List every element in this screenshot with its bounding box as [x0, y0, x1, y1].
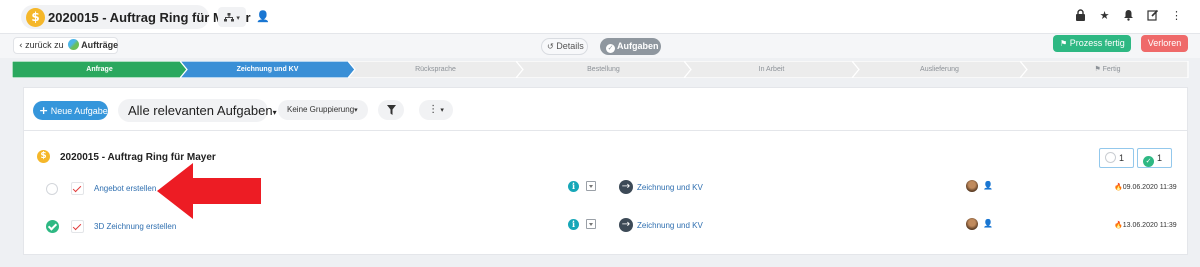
- task-phase[interactable]: Zeichnung und KV: [637, 221, 703, 230]
- lock-icon[interactable]: [1074, 9, 1087, 22]
- due-date: 🔥13.06.2020 11:39: [1114, 221, 1177, 229]
- process-step-3[interactable]: Rücksprache: [348, 61, 523, 78]
- due-date-value: 09.06.2020 11:39: [1122, 184, 1177, 191]
- grouping-dropdown[interactable]: Keine Gruppierung▾: [278, 100, 368, 120]
- process-step-label: Rücksprache: [415, 66, 456, 73]
- info-icon[interactable]: i: [568, 181, 579, 192]
- process-steps: Anfrage Zeichnung und KV Rücksprache Bestel…: [12, 61, 1189, 78]
- process-step-label: Bestellung: [587, 66, 620, 73]
- back-target: Aufträge: [81, 40, 119, 50]
- task-complete-toggle[interactable]: [46, 220, 59, 233]
- plus-icon: +: [39, 104, 49, 117]
- funnel-icon: [386, 104, 396, 115]
- annotation-arrow-icon: [157, 163, 261, 219]
- back-prefix: zurück zu: [25, 40, 64, 50]
- task-complete-toggle[interactable]: [46, 183, 58, 195]
- task-filter-dropdown[interactable]: Alle relevanten Aufgaben▾: [118, 99, 277, 122]
- open-count: 1: [1119, 153, 1125, 163]
- flame-icon: 🔥: [1114, 221, 1123, 229]
- expand-box-icon[interactable]: [586, 181, 596, 191]
- header-actions: ★ ⋮: [1074, 9, 1183, 22]
- star-icon[interactable]: ★: [1098, 9, 1111, 22]
- sitemap-icon: [224, 12, 235, 21]
- arrow-right-circle-icon: →: [619, 218, 633, 232]
- filter-button[interactable]: [378, 100, 404, 120]
- process-step-1[interactable]: Anfrage: [12, 61, 187, 78]
- done-count: 1: [1157, 153, 1163, 163]
- new-task-label: Neue Aufgabe: [50, 106, 108, 116]
- tab-tasks-label: Aufgaben: [617, 41, 659, 51]
- bell-icon[interactable]: [1122, 9, 1135, 22]
- hierarchy-dropdown[interactable]: ▾: [218, 7, 246, 27]
- chevron-down-icon: ▾: [234, 14, 240, 22]
- orders-app-icon: [68, 39, 80, 50]
- process-done-button[interactable]: ⚑ Prozess fertig: [1053, 35, 1131, 52]
- avatar[interactable]: [966, 218, 978, 230]
- dollar-icon: $: [37, 150, 50, 163]
- caret-down-icon: ▾: [354, 107, 358, 114]
- check-circle-icon: ✓: [606, 44, 615, 53]
- process-step-4[interactable]: Bestellung: [516, 61, 691, 78]
- tab-details-label: Details: [556, 41, 584, 51]
- process-done-label: Prozess fertig: [1069, 38, 1125, 48]
- task-phase[interactable]: Zeichnung und KV: [637, 183, 703, 192]
- expand-box-icon[interactable]: [586, 219, 596, 229]
- process-step-label: Anfrage: [86, 66, 113, 73]
- flag-icon: ⚑: [1060, 39, 1068, 48]
- caret-down-icon: ▾: [272, 108, 277, 117]
- avatar[interactable]: [966, 180, 978, 192]
- edit-icon[interactable]: [1146, 9, 1159, 22]
- arrow-right-circle-icon: →: [619, 180, 633, 194]
- check-circle-icon: ✓: [1143, 156, 1154, 167]
- tab-tasks[interactable]: ✓ Aufgaben: [600, 38, 661, 55]
- circle-icon: [1105, 152, 1116, 163]
- process-step-5[interactable]: In Arbeit: [684, 61, 859, 78]
- more-options-button[interactable]: ⋮ ▾: [419, 100, 453, 120]
- dollar-icon: $: [26, 8, 45, 27]
- back-to-orders-button[interactable]: ‹ zurück zu Aufträge: [13, 37, 118, 54]
- new-task-button[interactable]: + Neue Aufgabe: [33, 101, 108, 120]
- flame-icon: 🔥: [1114, 183, 1123, 191]
- tab-details[interactable]: ↺ Details: [541, 38, 588, 55]
- due-date-value: 13.06.2020 11:39: [1122, 222, 1177, 229]
- lost-button[interactable]: Verloren: [1141, 35, 1188, 52]
- caret-down-icon: ▾: [438, 106, 444, 114]
- process-step-label: ⚑ Fertig: [1094, 66, 1121, 73]
- done-tasks-counter[interactable]: ✓ 1: [1137, 148, 1172, 168]
- user-add-icon[interactable]: 👤: [983, 181, 993, 190]
- open-tasks-counter[interactable]: 1: [1099, 148, 1134, 168]
- grouping-label: Keine Gruppierung: [287, 105, 355, 114]
- task-name[interactable]: 3D Zeichnung erstellen: [94, 222, 176, 231]
- process-step-label: Zeichnung und KV: [236, 66, 299, 73]
- process-step-2[interactable]: Zeichnung und KV: [180, 61, 355, 78]
- process-step-7[interactable]: ⚑ Fertig: [1020, 61, 1195, 78]
- user-add-icon[interactable]: 👤: [256, 10, 270, 23]
- checklist-icon: [71, 220, 84, 233]
- toolbar-divider: [23, 130, 1188, 131]
- process-step-label: Auslieferung: [920, 66, 959, 73]
- process-step-label: In Arbeit: [758, 66, 785, 73]
- checklist-icon: [71, 182, 84, 195]
- history-icon: ↺: [547, 42, 554, 51]
- more-vertical-icon[interactable]: ⋮: [1170, 9, 1183, 22]
- user-add-icon[interactable]: 👤: [983, 219, 993, 228]
- process-step-6[interactable]: Auslieferung: [852, 61, 1027, 78]
- due-date: 🔥09.06.2020 11:39: [1114, 183, 1177, 191]
- chevron-left-icon: ‹: [19, 41, 23, 51]
- more-vertical-icon: ⋮: [428, 104, 439, 115]
- info-icon[interactable]: i: [568, 219, 579, 230]
- task-filter-label: Alle relevanten Aufgaben: [128, 103, 273, 118]
- task-name[interactable]: Angebot erstellen: [94, 184, 156, 193]
